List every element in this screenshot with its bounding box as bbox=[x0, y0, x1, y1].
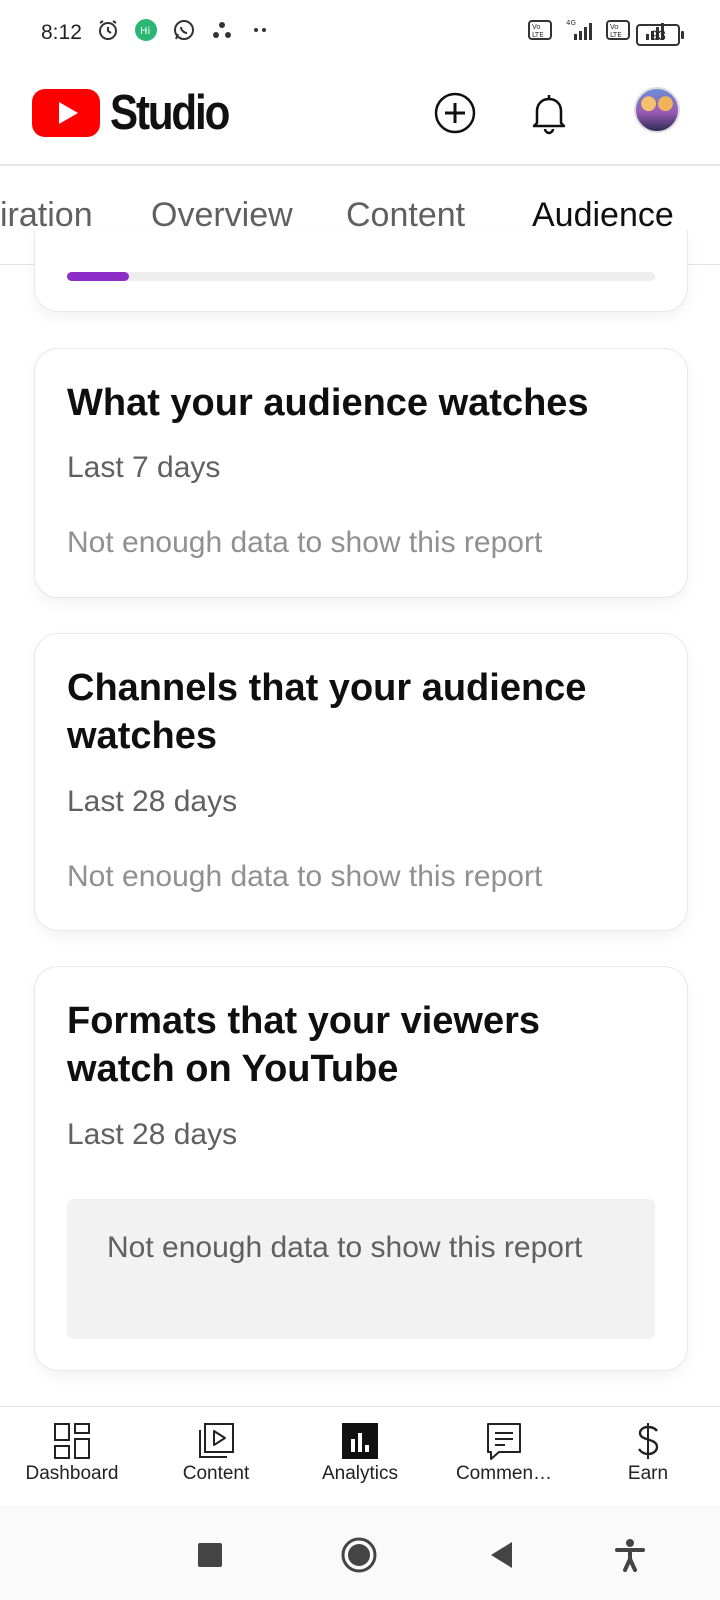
report-period: Last 7 days bbox=[67, 451, 221, 484]
share-app-icon bbox=[213, 22, 231, 38]
report-title: Channels that your audience watches bbox=[67, 667, 587, 757]
report-title: What your audience watches bbox=[67, 382, 589, 424]
report-title: Formats that your viewers watch on YouTu… bbox=[67, 1000, 541, 1090]
status-time: 8:12 bbox=[41, 21, 82, 44]
report-card-formats[interactable]: Formats that your viewers watch on YouTu… bbox=[34, 966, 688, 1371]
report-empty-message: Not enough data to show this report bbox=[67, 860, 543, 893]
report-empty-message: Not enough data to show this report bbox=[67, 526, 543, 559]
nav-comments[interactable]: Commen… bbox=[432, 1407, 576, 1505]
report-card-channels[interactable]: Channels that your audience watches Last… bbox=[34, 633, 688, 931]
nav-label: Content bbox=[182, 1463, 250, 1484]
recents-icon bbox=[198, 1543, 222, 1567]
nav-content[interactable]: Content bbox=[144, 1407, 288, 1505]
report-card-audience-watches[interactable]: What your audience watches Last 7 days N… bbox=[34, 348, 688, 598]
bottom-navigation: Dashboard Content Analytics Commen… Earn bbox=[0, 1406, 720, 1504]
svg-text:Vo: Vo bbox=[610, 23, 619, 31]
content-icon bbox=[196, 1421, 236, 1461]
back-button[interactable] bbox=[482, 1535, 522, 1575]
youtube-play-icon bbox=[32, 89, 100, 137]
nav-dashboard[interactable]: Dashboard bbox=[0, 1407, 144, 1505]
svg-text:LTE: LTE bbox=[610, 31, 622, 39]
volte-icon: VoLTE bbox=[528, 20, 552, 40]
svg-text:LTE: LTE bbox=[532, 31, 544, 39]
system-navigation-bar bbox=[0, 1505, 720, 1600]
comments-icon bbox=[484, 1421, 524, 1461]
report-period: Last 28 days bbox=[67, 1118, 238, 1151]
nav-label: Dashboard bbox=[25, 1463, 119, 1484]
accessibility-icon bbox=[615, 1539, 645, 1572]
create-button[interactable] bbox=[427, 85, 483, 141]
back-icon bbox=[491, 1542, 512, 1568]
youtube-studio-logo[interactable]: Studio bbox=[32, 85, 247, 141]
nav-label: Commen… bbox=[455, 1463, 553, 1484]
alarm-icon bbox=[99, 20, 117, 40]
nav-label: Earn bbox=[627, 1463, 669, 1484]
notification-icons: Hi bbox=[96, 18, 272, 42]
progress-bar bbox=[67, 272, 655, 281]
bell-icon bbox=[532, 95, 566, 135]
volte-icon-2: VoLTE bbox=[606, 20, 630, 40]
accessibility-button[interactable] bbox=[610, 1535, 650, 1575]
home-button[interactable] bbox=[339, 1535, 379, 1575]
report-period: Last 28 days bbox=[67, 785, 238, 818]
notifications-button[interactable] bbox=[521, 85, 577, 141]
nav-analytics[interactable]: Analytics bbox=[288, 1407, 432, 1505]
more-dots-icon bbox=[254, 28, 266, 32]
svg-text:4G: 4G bbox=[566, 19, 576, 27]
dashboard-icon bbox=[52, 1421, 92, 1461]
whatsapp-icon bbox=[174, 20, 194, 40]
signal-4g-icon: 4G bbox=[566, 19, 592, 40]
nav-label: Analytics bbox=[321, 1463, 399, 1484]
report-empty-box: Not enough data to show this report bbox=[67, 1199, 655, 1339]
status-bar: 8:12 Hi Vo LTE 4G Vo LTE 93 bbox=[0, 0, 720, 68]
analytics-icon bbox=[340, 1421, 380, 1461]
account-avatar[interactable] bbox=[634, 87, 680, 133]
progress-bar-fill bbox=[67, 272, 129, 281]
previous-report-card bbox=[34, 230, 688, 312]
create-icon bbox=[434, 92, 476, 134]
home-icon bbox=[341, 1537, 377, 1573]
nav-earn[interactable]: Earn bbox=[576, 1407, 720, 1505]
dollar-icon bbox=[628, 1421, 668, 1461]
app-header: Studio bbox=[0, 68, 720, 166]
svg-text:Vo: Vo bbox=[532, 23, 541, 31]
app-name: Studio bbox=[110, 86, 230, 140]
battery-indicator: 93 bbox=[636, 24, 684, 46]
hike-icon: Hi bbox=[135, 19, 157, 41]
svg-text:Hi: Hi bbox=[140, 26, 150, 37]
recents-button[interactable] bbox=[190, 1535, 230, 1575]
